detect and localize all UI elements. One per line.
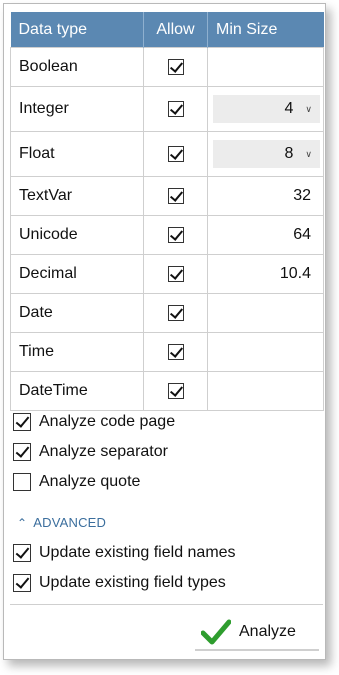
update-field-names-checkbox[interactable]	[13, 544, 31, 562]
min-size-cell: 4 ∨	[207, 86, 324, 132]
min-size-cell[interactable]: 10.4	[207, 254, 324, 294]
column-header-allow[interactable]: Allow	[143, 12, 208, 48]
allow-cell	[143, 332, 208, 372]
data-type-cell: Unicode	[10, 215, 144, 255]
analyze-code-page-checkbox[interactable]	[13, 413, 31, 431]
data-type-cell: Boolean	[10, 47, 144, 87]
analyze-code-page-option[interactable]: Analyze code page	[13, 413, 175, 431]
allow-checkbox[interactable]	[167, 187, 184, 204]
allow-cell	[143, 86, 208, 132]
min-size-cell[interactable]	[207, 293, 324, 333]
data-type-cell: Decimal	[10, 254, 144, 294]
min-size-cell[interactable]	[207, 371, 324, 411]
analyze-button-label: Analyze	[239, 623, 296, 640]
allow-checkbox[interactable]	[167, 265, 184, 282]
update-field-names-label: Update existing field names	[39, 544, 236, 561]
update-field-names-option[interactable]: Update existing field names	[13, 544, 236, 562]
data-type-grid: Data type Allow Min Size Boolean Integer 4…	[10, 12, 324, 411]
analyze-button[interactable]: Analyze	[195, 615, 319, 651]
min-size-cell: 8 ∨	[207, 131, 324, 177]
update-field-types-option[interactable]: Update existing field types	[13, 574, 226, 592]
grid-header-row: Data type Allow Min Size	[10, 12, 324, 48]
chevron-up-icon: ⌃	[17, 515, 28, 530]
analyze-separator-checkbox[interactable]	[13, 443, 31, 461]
grid-row-time[interactable]: Time	[10, 332, 324, 372]
grid-row-date[interactable]: Date	[10, 293, 324, 333]
checkmark-icon	[201, 619, 231, 645]
analyze-quote-label: Analyze quote	[39, 473, 141, 490]
allow-cell	[143, 293, 208, 333]
min-size-value: 8	[284, 145, 294, 162]
allow-checkbox[interactable]	[167, 226, 184, 243]
analyze-separator-label: Analyze separator	[39, 443, 168, 460]
allow-cell	[143, 371, 208, 411]
column-header-data-type[interactable]: Data type	[10, 12, 144, 48]
grid-row-float[interactable]: Float 8 ∨	[10, 131, 324, 177]
min-size-dropdown[interactable]: 8 ∨	[213, 140, 320, 168]
allow-checkbox[interactable]	[167, 100, 184, 117]
grid-row-integer[interactable]: Integer 4 ∨	[10, 86, 324, 132]
column-header-min-size[interactable]: Min Size	[207, 12, 324, 48]
grid-row-boolean[interactable]: Boolean	[10, 47, 324, 87]
allow-cell	[143, 215, 208, 255]
allow-checkbox[interactable]	[167, 343, 184, 360]
chevron-down-icon: ∨	[305, 148, 312, 159]
min-size-cell[interactable]	[207, 332, 324, 372]
allow-cell	[143, 176, 208, 216]
allow-cell	[143, 131, 208, 177]
update-field-types-label: Update existing field types	[39, 574, 226, 591]
min-size-cell[interactable]: 64	[207, 215, 324, 255]
allow-checkbox[interactable]	[167, 382, 184, 399]
allow-checkbox[interactable]	[167, 304, 184, 321]
update-field-types-checkbox[interactable]	[13, 574, 31, 592]
min-size-value: 4	[284, 100, 294, 117]
min-size-dropdown[interactable]: 4 ∨	[213, 95, 320, 123]
grid-row-unicode[interactable]: Unicode 64	[10, 215, 324, 255]
allow-checkbox[interactable]	[167, 58, 184, 75]
grid-row-decimal[interactable]: Decimal 10.4	[10, 254, 324, 294]
analyze-code-page-label: Analyze code page	[39, 413, 176, 430]
grid-row-textvar[interactable]: TextVar 32	[10, 176, 324, 216]
data-type-cell: TextVar	[10, 176, 144, 216]
analyze-panel: Data type Allow Min Size Boolean Integer 4…	[3, 3, 326, 660]
analyze-quote-checkbox[interactable]	[13, 473, 31, 491]
grid-row-datetime[interactable]: DateTime	[10, 371, 324, 411]
data-type-cell: Time	[10, 332, 144, 372]
allow-cell	[143, 47, 208, 87]
analyze-separator-option[interactable]: Analyze separator	[13, 443, 168, 461]
min-size-cell[interactable]: 32	[207, 176, 324, 216]
data-type-cell: Float	[10, 131, 144, 177]
min-size-cell[interactable]	[207, 47, 324, 87]
allow-checkbox[interactable]	[167, 145, 184, 162]
allow-cell	[143, 254, 208, 294]
data-type-cell: DateTime	[10, 371, 144, 411]
advanced-toggle[interactable]: ⌃ ADVANCED	[17, 515, 106, 530]
data-type-cell: Date	[10, 293, 144, 333]
analyze-quote-option[interactable]: Analyze quote	[13, 473, 140, 491]
footer-divider	[10, 604, 323, 605]
data-type-cell: Integer	[10, 86, 144, 132]
advanced-label: ADVANCED	[33, 515, 107, 530]
chevron-down-icon: ∨	[305, 103, 312, 114]
